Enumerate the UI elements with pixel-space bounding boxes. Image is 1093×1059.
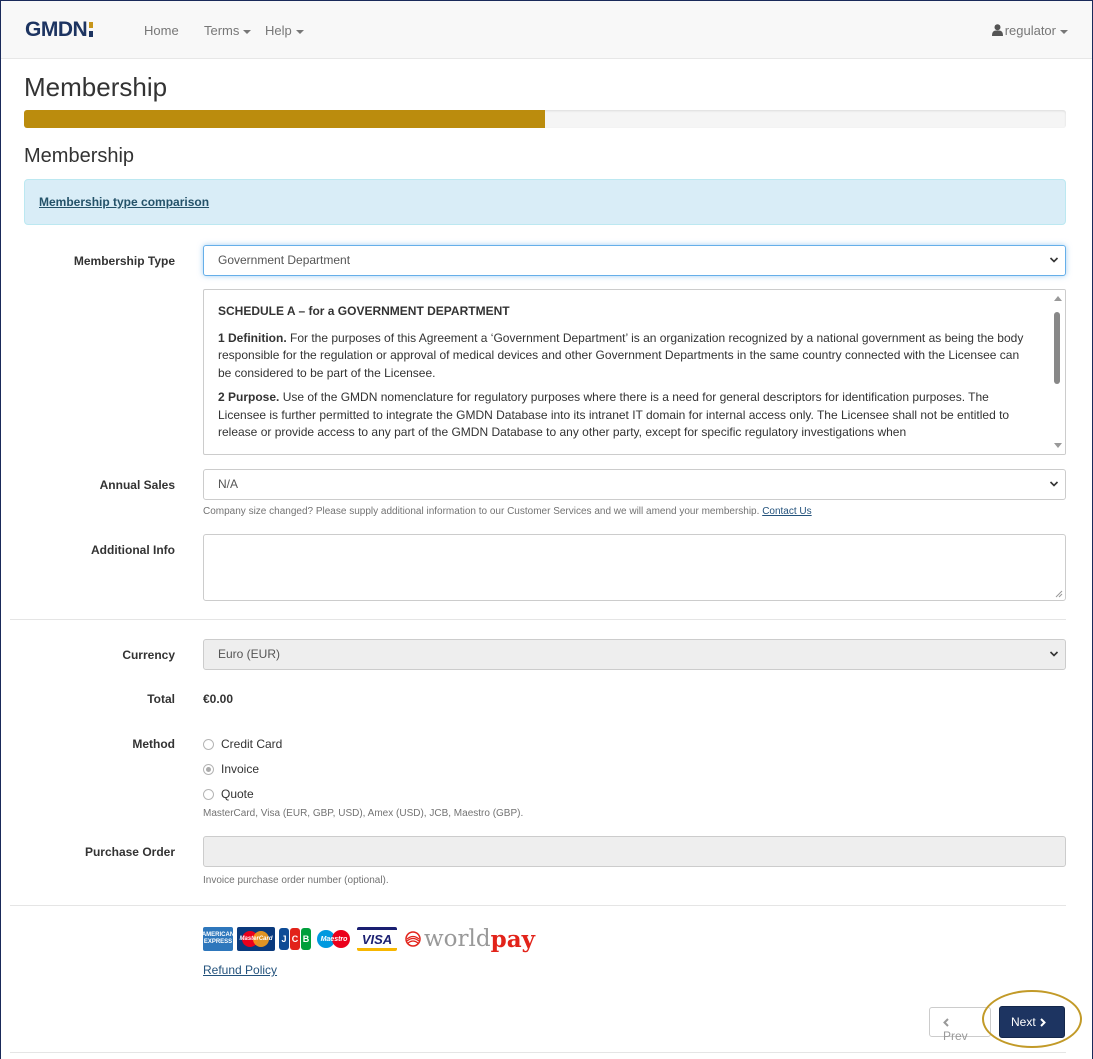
total-label: Total (147, 692, 175, 706)
worldpay-swirl-icon (405, 931, 421, 947)
purchase-order-label: Purchase Order (84, 845, 175, 859)
method-option-label: Invoice (221, 762, 260, 776)
schedule-paragraph-2: 2 Purpose. Use of the GMDN nomenclature … (218, 389, 1035, 442)
schedule-scrollbar[interactable] (1050, 290, 1065, 454)
additional-info-label: Additional Info (91, 543, 175, 557)
schedule-p2-text: Use of the GMDN nomenclature for regulat… (218, 390, 1010, 439)
caret-down-icon (243, 29, 252, 34)
nav-home[interactable]: Home (144, 23, 179, 38)
navbar: GMDN Home Terms Help regulator (1, 1, 1092, 59)
nav-terms-dropdown[interactable]: Terms (204, 23, 252, 38)
visa-logo: VISA (357, 927, 397, 951)
method-option-label: Credit Card (221, 737, 283, 751)
jcb-letter-c: C (290, 928, 300, 950)
worldpay-world-text: world (424, 926, 491, 952)
method-credit-card[interactable]: Credit Card (203, 737, 282, 751)
progress-bar (24, 110, 1066, 128)
total-value: €0.00 (203, 692, 234, 706)
purchase-order-input (203, 836, 1066, 867)
amex-logo: AMERICAN EXPRESS (201, 927, 235, 951)
nav-help-dropdown[interactable]: Help (265, 23, 304, 38)
purchase-order-help: Invoice purchase order number (optional)… (203, 875, 389, 886)
next-button[interactable]: Next (999, 1006, 1065, 1038)
page-title: Membership (24, 72, 168, 102)
currency-value: Euro (EUR) (218, 647, 281, 661)
schedule-p2-title: 2 Purpose. (218, 390, 280, 404)
membership-type-label: Membership Type (73, 254, 175, 268)
next-label: Next (1011, 1015, 1036, 1029)
schedule-text-box[interactable]: SCHEDULE A – for a GOVERNMENT DEPARTMENT… (203, 289, 1066, 455)
radio-button[interactable] (203, 788, 214, 800)
maestro-text: Maestro (320, 935, 348, 943)
caret-down-icon (1060, 29, 1068, 34)
mastercard-text: MasterCard (239, 936, 273, 942)
additional-info-textarea[interactable] (203, 534, 1066, 601)
resize-handle-icon[interactable] (1055, 590, 1063, 598)
annual-sales-help: Company size changed? Please supply addi… (203, 506, 812, 517)
membership-type-select[interactable]: Government Department (203, 245, 1066, 276)
worldpay-logo: world pay (405, 926, 535, 953)
scroll-down-icon[interactable] (1054, 443, 1062, 448)
brand-mark-icon (89, 22, 94, 37)
user-name: regulator (1004, 23, 1056, 38)
method-option-label: Quote (221, 787, 254, 801)
annual-sales-label: Annual Sales (99, 478, 175, 492)
scroll-thumb[interactable] (1054, 312, 1060, 384)
progress-fill (24, 110, 545, 128)
annual-sales-help-text: Company size changed? Please supply addi… (203, 506, 760, 517)
chevron-down-icon (1049, 481, 1059, 487)
info-alert: Membership type comparison (24, 179, 1066, 225)
nav-home-label: Home (144, 23, 179, 38)
prev-label: Prev (943, 1029, 968, 1043)
radio-button-checked[interactable] (203, 763, 214, 775)
visa-text: VISA (361, 931, 393, 947)
jcb-letter-j: J (279, 928, 289, 950)
scroll-up-icon[interactable] (1054, 296, 1062, 301)
user-icon (991, 24, 1003, 36)
divider (10, 905, 1066, 906)
membership-type-value: Government Department (218, 253, 351, 267)
brand-logo[interactable]: GMDN (25, 18, 94, 42)
maestro-logo: Maestro (315, 927, 353, 951)
method-label: Method (132, 737, 175, 751)
refund-policy-link[interactable]: Refund Policy (203, 963, 277, 977)
window-frame (0, 0, 1093, 1059)
method-help: MasterCard, Visa (EUR, GBP, USD), Amex (… (203, 808, 524, 819)
contact-us-link[interactable]: Contact Us (762, 506, 811, 517)
schedule-p1-text: For the purposes of this Agreement a ‘Go… (218, 330, 1024, 380)
schedule-paragraph-1: 1 Definition. For the purposes of this A… (218, 330, 1035, 383)
prev-button[interactable]: Prev (929, 1007, 991, 1043)
chevron-down-icon (1049, 257, 1059, 263)
schedule-heading: SCHEDULE A – for a GOVERNMENT DEPARTMENT (218, 304, 510, 318)
worldpay-pay-text: pay (490, 925, 535, 953)
currency-label: Currency (122, 648, 175, 662)
section-title: Membership (24, 145, 135, 167)
currency-select: Euro (EUR) (203, 639, 1066, 670)
chevron-right-icon (1039, 1018, 1046, 1027)
schedule-p1-title: 1 Definition. (218, 330, 287, 345)
amex-text: AMERICAN EXPRESS (201, 932, 235, 945)
chevron-left-icon (943, 1018, 949, 1027)
radio-button[interactable] (203, 738, 214, 750)
divider (10, 1052, 1066, 1053)
jcb-letter-b: B (301, 928, 311, 950)
jcb-logo: J C B (279, 927, 311, 951)
mastercard-logo: MasterCard (237, 927, 275, 951)
payment-logos: AMERICAN EXPRESS MasterCard J C B Maestr… (201, 925, 535, 953)
annual-sales-select[interactable]: N/A (203, 469, 1066, 500)
divider (10, 619, 1066, 620)
nav-help-label: Help (265, 23, 292, 38)
chevron-down-icon (1049, 651, 1059, 657)
user-menu[interactable]: regulator (991, 23, 1068, 38)
annual-sales-value: N/A (218, 477, 239, 491)
brand-text: GMDN (25, 18, 88, 41)
caret-down-icon (295, 29, 304, 34)
membership-comparison-link[interactable]: Membership type comparison (39, 195, 209, 209)
method-invoice[interactable]: Invoice (203, 762, 259, 776)
nav-terms-label: Terms (204, 23, 240, 38)
method-quote[interactable]: Quote (203, 787, 254, 801)
